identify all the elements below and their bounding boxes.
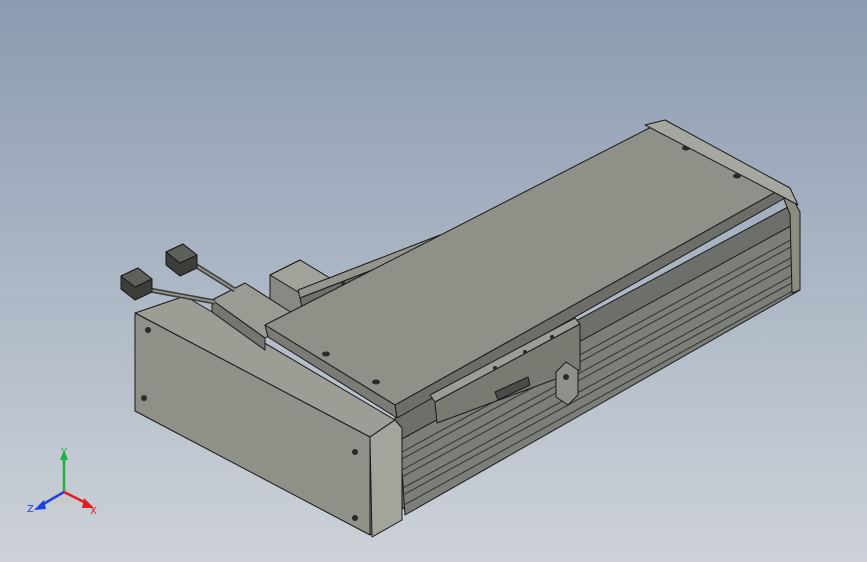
coordinate-triad: Y X Z xyxy=(26,448,106,524)
cable-assembly[interactable] xyxy=(120,243,237,305)
y-axis-label: Y xyxy=(61,447,68,458)
sensor-bracket[interactable] xyxy=(555,361,579,406)
graphics-viewport[interactable]: Y X Z xyxy=(0,0,867,562)
z-axis-label: Z xyxy=(27,504,34,515)
z-axis-head xyxy=(34,500,46,510)
linear-actuator-model[interactable] xyxy=(0,0,867,562)
x-axis-label: X xyxy=(90,506,97,517)
